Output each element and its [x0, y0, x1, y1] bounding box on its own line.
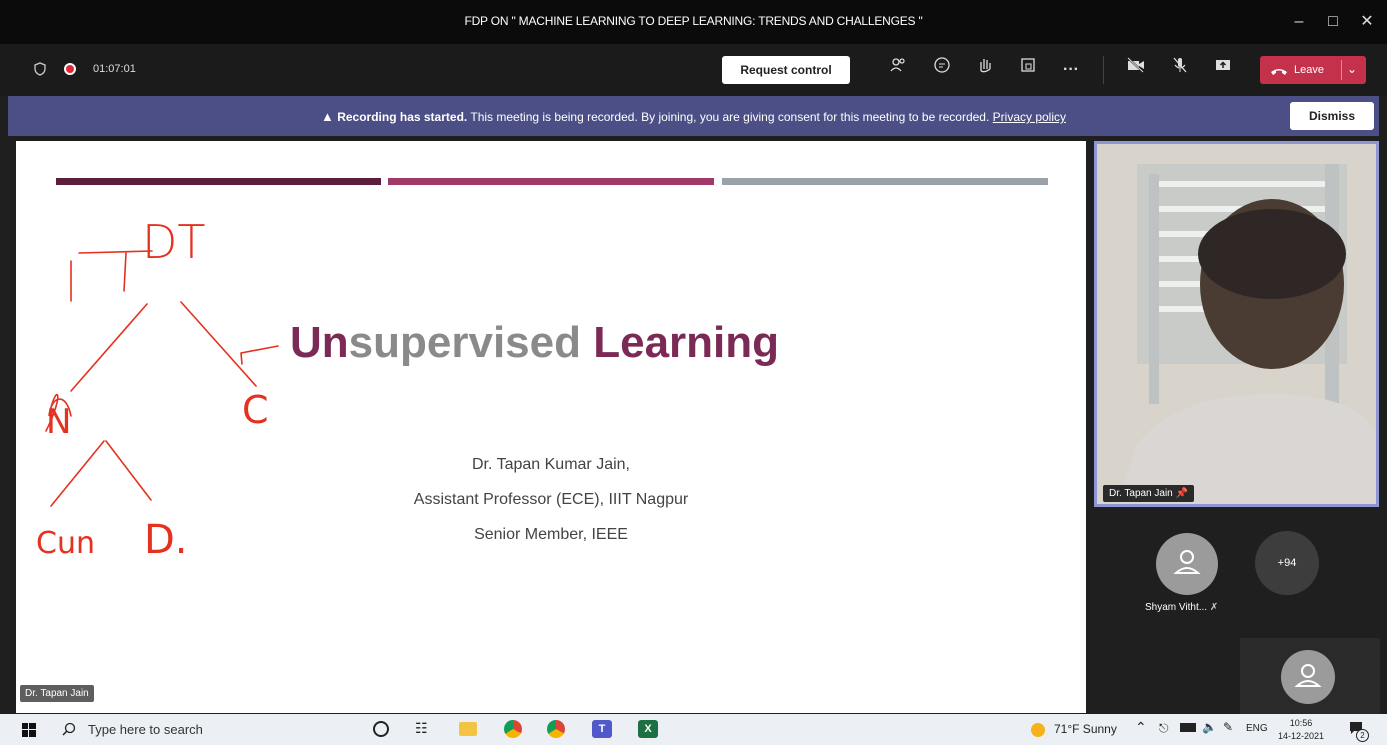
more-options-icon[interactable]: ···: [1056, 55, 1086, 85]
shield-icon: [33, 62, 47, 76]
participant-name-text: Shyam Vitht...: [1145, 602, 1208, 613]
windows-start-icon[interactable]: [22, 723, 36, 737]
clock-time: 10:56: [1289, 718, 1313, 728]
slide-title: Unsupervised Learning: [290, 318, 779, 368]
slide-title-un: Un: [290, 318, 349, 367]
slide-author: Dr. Tapan Kumar Jain,: [471, 456, 630, 473]
chrome-profile-icon[interactable]: [547, 720, 565, 738]
search-icon: [62, 722, 76, 736]
recording-icon: [64, 63, 76, 75]
file-explorer-icon[interactable]: [459, 722, 477, 736]
slide-bar-3: [722, 178, 1048, 185]
banner-text: This meeting is being recorded. By joini…: [470, 110, 990, 124]
meeting-toolbar: 01:07:01 Request control ··· Leave ⌄: [0, 44, 1387, 96]
window-titlebar: FDP ON " MACHINE LEARNING TO DEEP LEARNI…: [0, 0, 1387, 44]
chat-icon[interactable]: [927, 55, 957, 85]
meeting-timer: 01:07:01: [93, 63, 136, 75]
self-video-tile[interactable]: [1240, 638, 1380, 714]
window-title: FDP ON " MACHINE LEARNING TO DEEP LEARNI…: [464, 14, 923, 28]
share-screen-icon[interactable]: [1208, 55, 1238, 85]
toolbar-divider: [1103, 56, 1104, 84]
annotation-dt: DT: [142, 215, 206, 269]
close-icon[interactable]: ✕: [1349, 8, 1385, 36]
raise-hand-icon[interactable]: [970, 55, 1000, 85]
ink-annotations: DT N C Cun D.: [36, 215, 279, 563]
person-icon: [1173, 550, 1201, 574]
slide-membership: Senior Member, IEEE: [474, 526, 628, 543]
slide-author-block: Dr. Tapan Kumar Jain, Assistant Professo…: [346, 447, 756, 552]
excel-icon[interactable]: X: [638, 720, 658, 738]
camera-off-icon[interactable]: [1121, 55, 1151, 85]
clock-date: 14-12-2021: [1277, 731, 1325, 741]
more-participants-button[interactable]: +94: [1255, 531, 1319, 595]
rooms-icon[interactable]: [1013, 55, 1043, 85]
participant-video: [1097, 144, 1376, 504]
speaker-icon[interactable]: 🔈: [1202, 720, 1217, 734]
weather-icon: [1031, 723, 1045, 737]
annotation-c: C: [242, 388, 269, 432]
chevron-up-icon[interactable]: ⌃: [1135, 719, 1147, 736]
cortana-icon[interactable]: [373, 721, 389, 737]
maximize-icon[interactable]: □: [1315, 8, 1351, 36]
annotation-n: N: [46, 402, 71, 442]
recording-banner: ▲ Recording has started. This meeting is…: [8, 96, 1379, 136]
battery-icon[interactable]: [1180, 723, 1196, 732]
banner-message: ▲ Recording has started. This meeting is…: [8, 109, 1379, 124]
leave-divider: [1341, 60, 1342, 80]
pinned-name: Dr. Tapan Jain: [1109, 488, 1173, 499]
chrome-icon[interactable]: [504, 720, 522, 738]
dismiss-button[interactable]: Dismiss: [1290, 102, 1374, 130]
taskbar-search-input[interactable]: Type here to search: [88, 722, 203, 737]
phone-hangup-icon: [1270, 64, 1288, 76]
privacy-policy-link[interactable]: Privacy policy: [993, 110, 1066, 124]
teams-icon[interactable]: T: [592, 720, 612, 738]
pinned-name-tag: Dr. Tapan Jain 📌: [1103, 485, 1194, 502]
notification-icon[interactable]: 2: [1348, 720, 1369, 742]
participants-icon[interactable]: [883, 55, 913, 85]
language-indicator[interactable]: ENG: [1246, 723, 1268, 734]
usb-icon[interactable]: ⎋: [1159, 721, 1169, 736]
slide-position: Assistant Professor (ECE), IIIT Nagpur: [413, 491, 689, 508]
presenter-tag: Dr. Tapan Jain: [20, 685, 94, 702]
notification-count: 2: [1356, 729, 1369, 742]
leave-label: Leave: [1294, 64, 1324, 76]
self-avatar: [1281, 650, 1335, 704]
pinned-video-tile[interactable]: Dr. Tapan Jain 📌: [1094, 141, 1379, 507]
pin-icon: 📌: [1175, 488, 1188, 499]
request-control-button[interactable]: Request control: [722, 56, 850, 84]
banner-bold-text: Recording has started.: [337, 110, 468, 124]
slide-bar-2: [388, 178, 714, 185]
pen-icon[interactable]: ✎: [1223, 720, 1233, 734]
person-icon: [1294, 664, 1322, 687]
task-view-icon[interactable]: ☷: [415, 720, 428, 737]
mic-off-icon[interactable]: [1165, 55, 1195, 85]
clock[interactable]: 10:56 14-12-2021: [1276, 717, 1326, 743]
windows-taskbar: Type here to search ☷ T X 71°F Sunny ⌃ ⎋…: [0, 714, 1387, 745]
avatar[interactable]: [1156, 533, 1218, 595]
participant-name: Shyam Vitht... ✗: [1145, 602, 1218, 613]
slide-title-learning: Learning: [593, 318, 780, 367]
annotation-cun: Cun: [36, 526, 95, 561]
weather-text[interactable]: 71°F Sunny: [1054, 722, 1117, 736]
mic-muted-icon: ✗: [1209, 602, 1219, 613]
annotation-d: D.: [144, 517, 188, 563]
warning-icon: ▲: [320, 109, 334, 124]
minimize-icon[interactable]: –: [1281, 8, 1317, 36]
slide-title-supervised: supervised: [348, 318, 581, 367]
leave-button[interactable]: Leave ⌄: [1260, 56, 1366, 84]
shared-slide: DT N C Cun D. Unsupervised Learning Dr. …: [16, 141, 1086, 713]
chevron-down-icon[interactable]: ⌄: [1347, 62, 1357, 76]
